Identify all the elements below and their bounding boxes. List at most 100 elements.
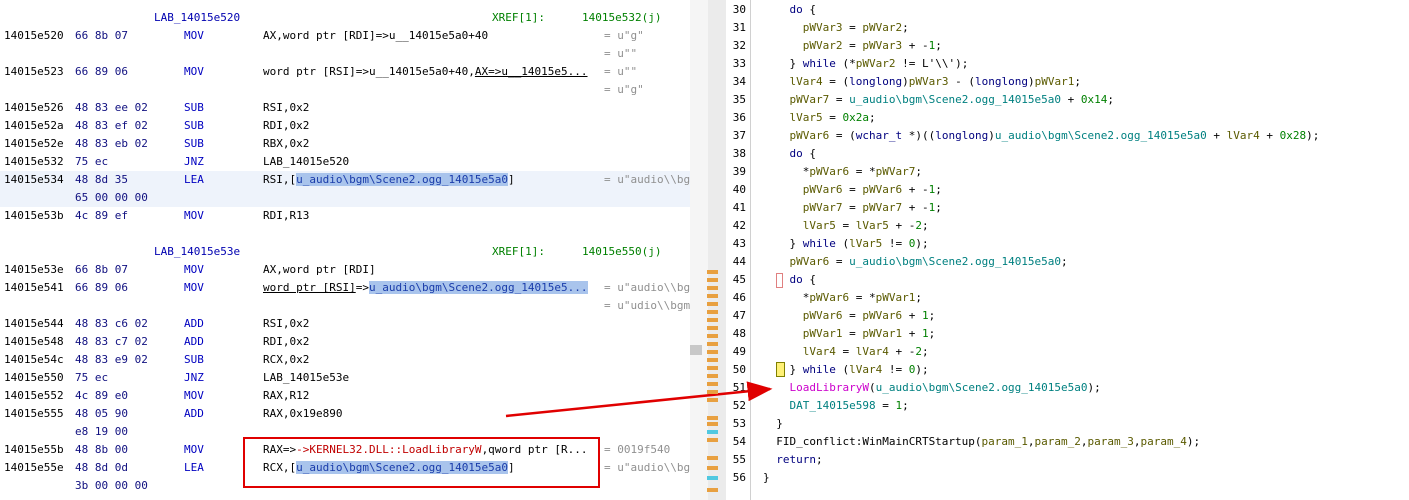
- decompiler-line[interactable]: 53 }: [726, 415, 1409, 433]
- listing-row[interactable]: 14015e555 48 05 90 ADD RAX,0x19e890: [0, 405, 690, 423]
- decompiler-line[interactable]: 44 pWVar6 = u_audio\bgm\Scene2.ogg_14015…: [726, 253, 1409, 271]
- address[interactable]: 14015e55b: [4, 441, 64, 459]
- code-text[interactable]: } while (*pWVar2 != L'\\');: [763, 55, 968, 73]
- instruction-bytes[interactable]: 48 83 c7 02: [75, 333, 148, 351]
- mnemonic[interactable]: LEA: [184, 459, 204, 477]
- decompiler-pane[interactable]: 30 do {31 pWVar3 = pWVar2; 32 pWVar2 = pW…: [726, 0, 1409, 500]
- operands[interactable]: RSI,0x2: [263, 315, 309, 333]
- decompiler-line[interactable]: 39 *pWVar6 = *pWVar7;: [726, 163, 1409, 181]
- mnemonic[interactable]: MOV: [184, 441, 204, 459]
- xref-target[interactable]: 14015e532(j): [582, 9, 661, 27]
- decompiler-line[interactable]: 52 DAT_14015e598 = 1;: [726, 397, 1409, 415]
- address[interactable]: 14015e541: [4, 279, 64, 297]
- decompiler-line[interactable]: 32 pWVar2 = pWVar3 + -1;: [726, 37, 1409, 55]
- mnemonic[interactable]: SUB: [184, 135, 204, 153]
- code-text[interactable]: pWVar6 = pWVar6 + -1;: [763, 181, 942, 199]
- decompiler-line[interactable]: 47 pWVar6 = pWVar6 + 1;: [726, 307, 1409, 325]
- code-text[interactable]: pWVar6 = pWVar6 + 1;: [763, 307, 936, 325]
- overview-marker[interactable]: [707, 342, 718, 346]
- mnemonic[interactable]: SUB: [184, 351, 204, 369]
- decompiler-line[interactable]: 38 do {: [726, 145, 1409, 163]
- overview-marker[interactable]: [707, 374, 718, 378]
- overview-marker[interactable]: [707, 326, 718, 330]
- overview-marker[interactable]: [707, 350, 718, 354]
- instruction-bytes[interactable]: 66 8b 07: [75, 27, 128, 45]
- overview-marker[interactable]: [707, 358, 718, 362]
- operands[interactable]: RBX,0x2: [263, 135, 309, 153]
- overview-marker[interactable]: [707, 366, 718, 370]
- address[interactable]: 14015e550: [4, 369, 64, 387]
- address[interactable]: 14015e520: [4, 27, 64, 45]
- mnemonic[interactable]: MOV: [184, 279, 204, 297]
- mnemonic[interactable]: MOV: [184, 387, 204, 405]
- address[interactable]: 14015e52e: [4, 135, 64, 153]
- decompiler-line[interactable]: 37 pWVar6 = (wchar_t *)((longlong)u_audi…: [726, 127, 1409, 145]
- instruction-bytes[interactable]: 66 89 06: [75, 63, 128, 81]
- instruction-bytes[interactable]: e8 19 00: [75, 423, 128, 441]
- code-text[interactable]: pWVar3 = pWVar2;: [763, 19, 909, 37]
- code-text[interactable]: *pWVar6 = *pWVar1;: [763, 289, 922, 307]
- address[interactable]: 14015e53b: [4, 207, 64, 225]
- listing-row[interactable]: 14015e526 48 83 ee 02 SUB RSI,0x2: [0, 99, 690, 117]
- instruction-bytes[interactable]: 48 83 c6 02: [75, 315, 148, 333]
- listing-row[interactable]: = u"udio\\bgm: [0, 297, 690, 315]
- overview-marker[interactable]: [707, 334, 718, 338]
- mnemonic[interactable]: SUB: [184, 99, 204, 117]
- label-row[interactable]: LAB_14015e53e XREF[1]: 14015e550(j): [0, 243, 690, 261]
- label-row[interactable]: LAB_14015e520 XREF[1]: 14015e532(j): [0, 9, 690, 27]
- code-text[interactable]: DAT_14015e598 = 1;: [763, 397, 909, 415]
- operands[interactable]: AX,word ptr [RDI]=>u__14015e5a0+40: [263, 27, 488, 45]
- listing-row[interactable]: 14015e520 66 8b 07 MOV AX,word ptr [RDI]=>u…: [0, 27, 690, 45]
- operands[interactable]: AX,word ptr [RDI]: [263, 261, 376, 279]
- listing-row[interactable]: 14015e550 75 ec JNZ LAB_14015e53e: [0, 369, 690, 387]
- listing-row[interactable]: 14015e548 48 83 c7 02 ADD RDI,0x2: [0, 333, 690, 351]
- address[interactable]: 14015e544: [4, 315, 64, 333]
- mnemonic[interactable]: SUB: [184, 117, 204, 135]
- overview-marker[interactable]: [707, 382, 718, 386]
- mnemonic[interactable]: JNZ: [184, 369, 204, 387]
- operands[interactable]: RDI,0x2: [263, 117, 309, 135]
- code-text[interactable]: lVar5 = 0x2a;: [763, 109, 876, 127]
- instruction-bytes[interactable]: 48 83 eb 02: [75, 135, 148, 153]
- address[interactable]: 14015e55e: [4, 459, 64, 477]
- horizontal-scroll-thumb[interactable]: [690, 345, 702, 355]
- decompiler-line[interactable]: 40 pWVar6 = pWVar6 + -1;: [726, 181, 1409, 199]
- instruction-bytes[interactable]: 75 ec: [75, 153, 108, 171]
- instruction-bytes[interactable]: 3b 00 00 00: [75, 477, 148, 495]
- overview-marker[interactable]: [707, 456, 718, 460]
- overview-marker[interactable]: [707, 318, 718, 322]
- mnemonic[interactable]: MOV: [184, 63, 204, 81]
- mnemonic[interactable]: LEA: [184, 171, 204, 189]
- decompiler-line[interactable]: 42 lVar5 = lVar5 + -2;: [726, 217, 1409, 235]
- operands[interactable]: LAB_14015e53e: [263, 369, 349, 387]
- overview-marker[interactable]: [707, 278, 718, 282]
- overview-marker[interactable]: [707, 270, 718, 274]
- mnemonic[interactable]: MOV: [184, 27, 204, 45]
- xref-target[interactable]: 14015e550(j): [582, 243, 661, 261]
- code-text[interactable]: pWVar7 = pWVar7 + -1;: [763, 199, 942, 217]
- mnemonic[interactable]: MOV: [184, 261, 204, 279]
- code-text[interactable]: }: [763, 415, 783, 433]
- mnemonic[interactable]: JNZ: [184, 153, 204, 171]
- address[interactable]: 14015e548: [4, 333, 64, 351]
- overview-marker[interactable]: [707, 430, 718, 434]
- decompiler-line[interactable]: 41 pWVar7 = pWVar7 + -1;: [726, 199, 1409, 217]
- instruction-bytes[interactable]: 75 ec: [75, 369, 108, 387]
- decompiler-line[interactable]: 34 lVar4 = (longlong)pWVar3 - (longlong)…: [726, 73, 1409, 91]
- operands[interactable]: RSI,0x2: [263, 99, 309, 117]
- listing-pane[interactable]: LAB_14015e520 XREF[1]: 14015e532(j) LAB_140…: [0, 0, 690, 500]
- listing-row[interactable]: 14015e544 48 83 c6 02 ADD RSI,0x2: [0, 315, 690, 333]
- listing-row[interactable]: 14015e53b 4c 89 ef MOV RDI,R13: [0, 207, 690, 225]
- operands[interactable]: RAX,0x19e890: [263, 405, 342, 423]
- decompiler-line[interactable]: 54 FID_conflict:WinMainCRTStartup(param_…: [726, 433, 1409, 451]
- decompiler-line[interactable]: 49 lVar4 = lVar4 + -2;: [726, 343, 1409, 361]
- overview-marker[interactable]: [707, 422, 718, 426]
- overview-marker[interactable]: [707, 416, 718, 420]
- overview-marker[interactable]: [707, 286, 718, 290]
- instruction-bytes[interactable]: 4c 89 e0: [75, 387, 128, 405]
- code-text[interactable]: *pWVar6 = *pWVar7;: [763, 163, 922, 181]
- overview-marker[interactable]: [707, 488, 718, 492]
- address[interactable]: 14015e523: [4, 63, 64, 81]
- instruction-bytes[interactable]: 66 89 06: [75, 279, 128, 297]
- operands[interactable]: RSI,[u_audio\bgm\Scene2.ogg_14015e5a0]: [263, 171, 515, 189]
